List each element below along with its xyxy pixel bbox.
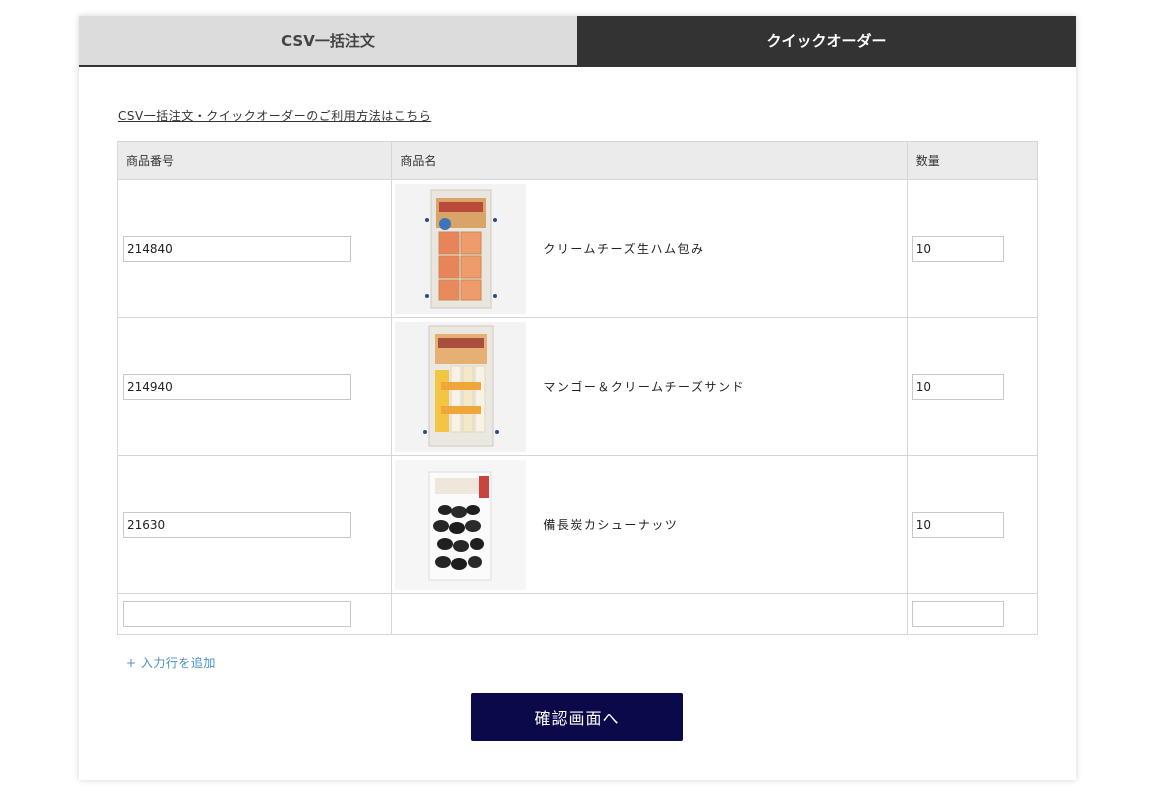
quantity-cell [906, 179, 1039, 318]
product-name-cell [391, 593, 908, 635]
quantity-input[interactable] [911, 601, 1004, 627]
add-input-row-link[interactable]: + 入力行を追加 [126, 654, 216, 671]
product-charcoal-cashew-package-image [395, 459, 527, 590]
product-code-cell [116, 455, 393, 594]
usage-help-link[interactable]: CSV一括注文・クイックオーダーのご利用方法はこちら [118, 107, 431, 124]
quantity-cell [906, 455, 1039, 594]
table-row [116, 593, 1039, 635]
product-code-input[interactable] [123, 373, 351, 400]
product-name: クリームチーズ生ハム包み [543, 242, 705, 256]
product-code-input[interactable] [123, 601, 351, 627]
order-tabs: CSV一括注文 クイックオーダー [79, 16, 1076, 67]
table-row: 備長炭カシューナッツ [116, 455, 1039, 594]
product-name-cell: 備長炭カシューナッツ [391, 455, 908, 594]
product-code-cell [116, 317, 393, 456]
product-name-cell: クリームチーズ生ハム包み [391, 179, 908, 318]
confirm-button[interactable]: 確認画面へ [471, 693, 683, 741]
product-mango-cheese-package-image [395, 321, 527, 452]
header-quantity: 数量 [906, 141, 1039, 180]
product-code-input[interactable] [123, 235, 351, 262]
quantity-cell [906, 593, 1039, 635]
product-ham-cheese-package-image [395, 183, 527, 314]
product-name-cell: マンゴー＆クリームチーズサンド [391, 317, 908, 456]
product-code-cell [116, 593, 393, 635]
table-row: クリームチーズ生ハム包み [116, 179, 1039, 318]
table-header-row: 商品番号 商品名 数量 [116, 141, 1039, 180]
table-row: マンゴー＆クリームチーズサンド [116, 317, 1039, 456]
product-name: 備長炭カシューナッツ [543, 518, 679, 532]
product-code-input[interactable] [123, 511, 351, 538]
quantity-input[interactable] [911, 511, 1004, 538]
quantity-input[interactable] [911, 373, 1004, 400]
tab-quick-order[interactable]: クイックオーダー [577, 16, 1076, 65]
product-code-cell [116, 179, 393, 318]
quick-order-panel: CSV一括注文 クイックオーダー CSV一括注文・クイックオーダーのご利用方法は… [79, 16, 1076, 780]
quick-order-table: 商品番号 商品名 数量 214840 クリームチーズ生ハム包み 10 21494… [116, 141, 1039, 635]
tab-csv-order[interactable]: CSV一括注文 [79, 16, 577, 65]
header-product-code: 商品番号 [116, 141, 393, 180]
product-name: マンゴー＆クリームチーズサンド [543, 380, 745, 394]
header-product-name: 商品名 [391, 141, 908, 180]
quantity-input[interactable] [911, 235, 1004, 262]
quantity-cell [906, 317, 1039, 456]
